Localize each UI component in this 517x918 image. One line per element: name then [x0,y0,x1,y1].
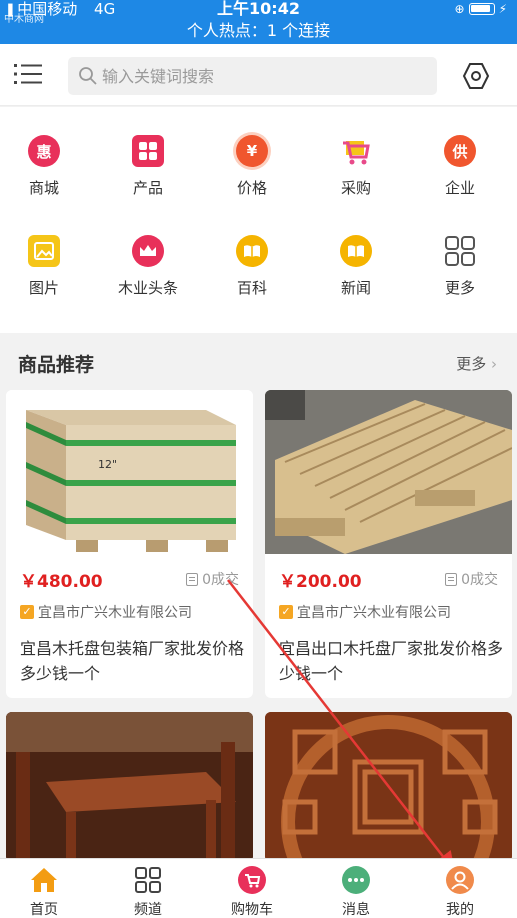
menu-icon[interactable] [14,63,42,85]
tab-label: 购物车 [231,902,273,918]
charging-icon: ⚡ [498,2,507,16]
category-enterprise[interactable]: 供 企业 [410,135,510,198]
product-image[interactable]: 12" [6,390,253,554]
deal-count: 0成交 [186,569,239,589]
wooden-table-image [6,712,253,862]
hui-icon: 惠 [28,135,60,167]
more-grid-icon [444,235,476,267]
wooden-pallet-image [265,390,512,554]
clock: 上午10:42 [217,0,300,18]
wooden-crate-image: 12" [26,410,236,552]
shop-check-icon: ✓ [20,605,34,619]
product-title[interactable]: 宜昌木托盘包装箱厂家批发价格多少钱一个 [20,636,244,686]
deal-count-label: 0成交 [461,572,498,588]
battery-icon [468,3,495,15]
message-icon [316,865,396,895]
category-label: 更多 [444,279,475,297]
tab-label: 消息 [342,902,370,918]
category-mall[interactable]: 惠 商城 [0,135,94,198]
section-title: 商品推荐 [18,354,95,376]
tab-cart[interactable]: 购物车 [212,865,292,918]
product-image[interactable] [6,712,253,862]
category-grid: 惠 商城 产品 ¥ 价格 采购 供 企业 图片 木业头条 百科 新闻 更多 [0,107,517,333]
shop-name-label: 宜昌市广兴木业有限公司 [297,605,451,621]
category-label: 商城 [28,179,59,197]
category-product[interactable]: 产品 [98,135,198,198]
shop-check-icon: ✓ [279,605,293,619]
category-price[interactable]: ¥ 价格 [202,135,302,198]
status-icons: ⊕ ⚡ [455,2,508,16]
category-headlines[interactable]: 木业头条 [98,235,198,298]
search-input[interactable] [102,63,422,89]
crate-label: 12" [98,458,117,471]
tab-label: 我的 [446,902,474,918]
crown-icon [132,235,164,267]
more-label: 更多 [456,355,487,373]
tab-bar: 首页 频道 购物车 消息 我的 [0,858,517,918]
book-icon [236,235,268,267]
product-price: ￥480.00 [20,572,103,592]
cart-icon [212,865,292,895]
receipt-icon [445,572,458,586]
chevron-right-icon: › [491,355,497,373]
product-title[interactable]: 宜昌出口木托盘厂家批发价格多少钱一个 [279,636,503,686]
tab-label: 频道 [134,902,162,918]
rotation-lock-icon: ⊕ [454,2,465,16]
shop-name[interactable]: ✓ 宜昌市广兴木业有限公司 [279,602,451,622]
price-icon: ¥ [236,135,268,167]
tab-profile[interactable]: 我的 [420,865,500,918]
app-header [0,44,517,106]
search-bar[interactable] [68,57,437,95]
more-link[interactable]: 更多 › [456,353,497,374]
category-label: 采购 [340,179,371,197]
deal-count: 0成交 [445,569,498,589]
receipt-icon [186,572,199,586]
tab-channel[interactable]: 频道 [108,865,188,918]
shop-name-label: 宜昌市广兴木业有限公司 [38,605,192,621]
category-label: 产品 [132,179,163,197]
shop-name[interactable]: ✓ 宜昌市广兴木业有限公司 [20,602,192,622]
tab-label: 首页 [30,902,58,918]
category-label: 企业 [444,179,475,197]
category-label: 新闻 [340,279,371,297]
home-icon [4,865,84,895]
deal-count-label: 0成交 [202,572,239,588]
category-news[interactable]: 新闻 [306,235,406,298]
product-card[interactable] [6,712,253,862]
product-icon [132,135,164,167]
channel-grid-icon [108,865,188,895]
hotspot-banner[interactable]: 个人热点：1 个连接 [0,21,517,41]
category-label: 百科 [236,279,267,297]
tab-messages[interactable]: 消息 [316,865,396,918]
category-more[interactable]: 更多 [410,235,510,298]
news-icon [340,235,372,267]
section-header: 商品推荐 更多 › [0,340,517,388]
product-image[interactable] [265,712,512,862]
category-encyclopedia[interactable]: 百科 [202,235,302,298]
product-price: ￥200.00 [279,572,362,592]
category-label: 图片 [28,279,59,297]
product-card[interactable]: 12" ￥480.00 0成交 ✓ 宜昌市广兴木业有限公司 宜昌木托盘包装箱厂家… [6,390,253,698]
category-label: 价格 [236,179,267,197]
category-label: 木业头条 [117,279,178,297]
settings-icon[interactable] [462,62,490,90]
product-image[interactable] [265,390,512,554]
profile-icon [420,865,500,895]
enterprise-icon: 供 [444,135,476,167]
category-picture[interactable]: 图片 [0,235,94,298]
product-card[interactable] [265,712,512,862]
carved-screen-image [265,712,512,862]
status-bar: ▐ 中国移动 4G 中木商网 上午10:42 ⊕ ⚡ 个人热点：1 个连接 [0,0,517,44]
tab-home[interactable]: 首页 [4,865,84,918]
purchase-cart-icon [340,135,372,167]
search-icon [79,67,97,85]
picture-icon [28,235,60,267]
category-purchase[interactable]: 采购 [306,135,406,198]
product-card[interactable]: ￥200.00 0成交 ✓ 宜昌市广兴木业有限公司 宜昌出口木托盘厂家批发价格多… [265,390,512,698]
